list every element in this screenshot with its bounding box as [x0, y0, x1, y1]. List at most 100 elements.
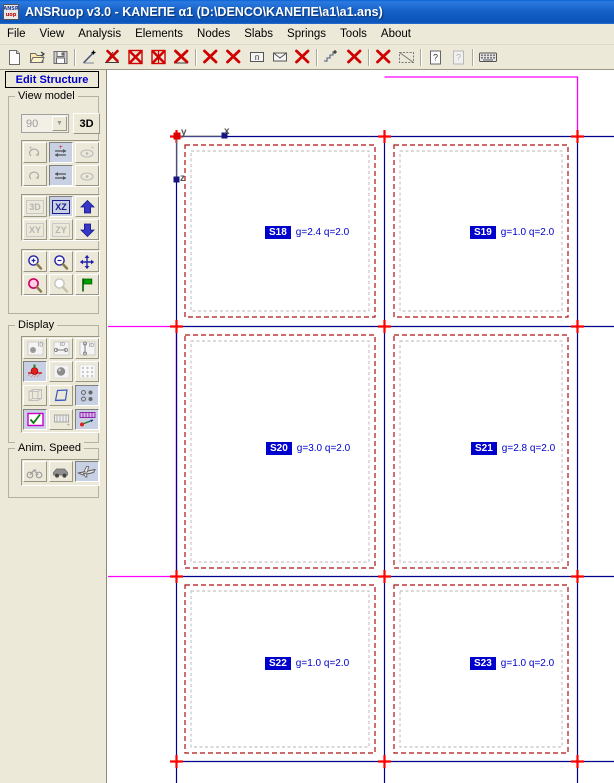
rotate-down-icon[interactable] — [23, 165, 47, 186]
rotate-horizontal-plus-icon[interactable]: + — [49, 142, 73, 163]
perspective-plus-icon[interactable]: + — [75, 142, 99, 163]
menu-item-about[interactable]: About — [374, 26, 418, 42]
slab-inner-s19 — [399, 150, 563, 312]
zoom-out-icon[interactable] — [49, 251, 73, 272]
svg-text:+: + — [66, 423, 70, 428]
perspective-minus-icon[interactable] — [75, 165, 99, 186]
pan-icon[interactable] — [75, 251, 99, 272]
show-mesh-icon[interactable] — [75, 361, 99, 382]
menu-item-nodes[interactable]: Nodes — [190, 26, 237, 42]
keyboard-icon[interactable] — [476, 46, 499, 68]
delete-wall-icon[interactable] — [147, 46, 170, 68]
view-xz-label: XZ — [52, 199, 70, 214]
svg-text:ID: ID — [89, 343, 94, 349]
show-masses-icon[interactable] — [49, 361, 73, 382]
speed-fast-icon[interactable] — [75, 461, 99, 482]
node-markers — [170, 130, 584, 768]
node-marker — [571, 130, 584, 143]
axis-origin-node — [173, 132, 181, 140]
svg-text:+: + — [91, 146, 95, 152]
show-column-ids-icon[interactable]: ID — [75, 338, 99, 359]
view-xz-icon[interactable]: XZ — [49, 196, 73, 217]
show-node-ids-icon[interactable]: ID — [23, 338, 47, 359]
view-3d-icon[interactable]: 3D — [23, 196, 47, 217]
menu-item-tools[interactable]: Tools — [333, 26, 374, 42]
delete-nodes-icon[interactable] — [222, 46, 245, 68]
menu-bar: File View Analysis Elements Nodes Slabs … — [0, 24, 614, 45]
menu-item-springs[interactable]: Springs — [280, 26, 333, 42]
chevron-down-icon[interactable]: ▼ — [52, 116, 67, 131]
level-down-icon[interactable] — [75, 219, 99, 240]
view-zy-label: ZY — [52, 222, 70, 237]
svg-text:?: ? — [433, 52, 438, 62]
show-slab-loads-icon[interactable] — [75, 409, 99, 430]
slab-outline-s20 — [184, 334, 376, 569]
delete-beam-icon[interactable] — [291, 46, 314, 68]
show-deformed-icon[interactable] — [49, 385, 73, 406]
zoom-extents-flag-icon[interactable] — [75, 274, 99, 295]
delete-node-icon[interactable] — [199, 46, 222, 68]
slab-inner-s22 — [190, 590, 370, 748]
save-file-icon[interactable] — [49, 46, 72, 68]
add-element-icon[interactable] — [78, 46, 101, 68]
main-toolbar: п ? ? — [0, 45, 614, 70]
edit-structure-tab[interactable]: Edit Structure — [5, 71, 99, 88]
speed-slow-icon[interactable] — [23, 461, 47, 482]
node-marker — [571, 320, 584, 333]
zoom-previous-icon[interactable] — [49, 274, 73, 295]
window-title: ANSRuop v3.0 - ΚΑΝΕΠΕ α1 (D:\DENCO\ΚΑΝΕΠ… — [25, 5, 383, 19]
display-group: Display ID ID ID + — [8, 319, 100, 443]
view-xy-icon[interactable]: XY — [23, 219, 47, 240]
show-wireframe-icon[interactable] — [23, 385, 47, 406]
new-file-icon[interactable] — [3, 46, 26, 68]
delete-slab-icon[interactable] — [124, 46, 147, 68]
delete-element-icon[interactable] — [101, 46, 124, 68]
zoom-in-icon[interactable] — [23, 251, 47, 272]
show-checkbox-icon[interactable] — [23, 409, 47, 430]
left-tool-panel: Edit Structure View model 90 ▼ 3D + + + … — [0, 70, 107, 783]
zoom-buttons-panel — [21, 249, 100, 296]
menu-item-elements[interactable]: Elements — [128, 26, 190, 42]
delete-support-icon[interactable] — [372, 46, 395, 68]
app-icon: ANSR uop — [3, 4, 19, 20]
view-zy-icon[interactable]: ZY — [49, 219, 73, 240]
speed-medium-icon[interactable] — [49, 461, 73, 482]
slab-inner-s23 — [399, 590, 563, 748]
svg-text:ID: ID — [60, 342, 65, 348]
model-canvas[interactable]: y x z S18 g=2.4 q=2.0 S19 g=1.0 q=2.0 S2… — [107, 70, 614, 783]
show-nodes-icon[interactable] — [75, 385, 99, 406]
rotate-buttons-panel: + + + — [21, 140, 100, 187]
show-slab-icon[interactable]: + — [49, 409, 73, 430]
help-icon[interactable]: ? — [424, 46, 447, 68]
axis-label-y: y — [181, 127, 187, 138]
delete-spring-icon[interactable] — [343, 46, 366, 68]
view-angle-value: 90 — [26, 117, 39, 130]
view-model-title: View model — [15, 90, 78, 102]
zoom-window-icon[interactable] — [23, 274, 47, 295]
delete-all-elements-icon[interactable] — [170, 46, 193, 68]
rotate-horizontal-minus-icon[interactable] — [49, 165, 73, 186]
column-icon[interactable]: п — [245, 46, 268, 68]
menu-item-file[interactable]: File — [0, 26, 33, 42]
rotate-up-icon[interactable]: + — [23, 142, 47, 163]
menu-item-view[interactable]: View — [33, 26, 72, 42]
view-3d-label: 3D — [26, 199, 44, 214]
slab-outline-s18 — [184, 144, 376, 318]
add-spring-icon[interactable] — [320, 46, 343, 68]
node-marker — [170, 755, 183, 768]
menu-item-analysis[interactable]: Analysis — [71, 26, 128, 42]
show-loads-icon[interactable] — [23, 361, 47, 382]
menu-item-slabs[interactable]: Slabs — [237, 26, 280, 42]
node-marker — [170, 570, 183, 583]
view-3d-toggle-button[interactable]: 3D — [73, 113, 100, 134]
view-angle-combo[interactable]: 90 ▼ — [21, 114, 69, 133]
beam-icon[interactable] — [268, 46, 291, 68]
application-window: ANSR uop ANSRuop v3.0 - ΚΑΝΕΠΕ α1 (D:\DE… — [0, 0, 614, 783]
about-icon[interactable]: ? — [447, 46, 470, 68]
select-region-icon[interactable] — [395, 46, 418, 68]
show-element-ids-icon[interactable]: ID — [49, 338, 73, 359]
slab-outline-s23 — [393, 584, 569, 754]
open-file-icon[interactable] — [26, 46, 49, 68]
beam-grid — [175, 135, 614, 783]
level-up-icon[interactable] — [75, 196, 99, 217]
